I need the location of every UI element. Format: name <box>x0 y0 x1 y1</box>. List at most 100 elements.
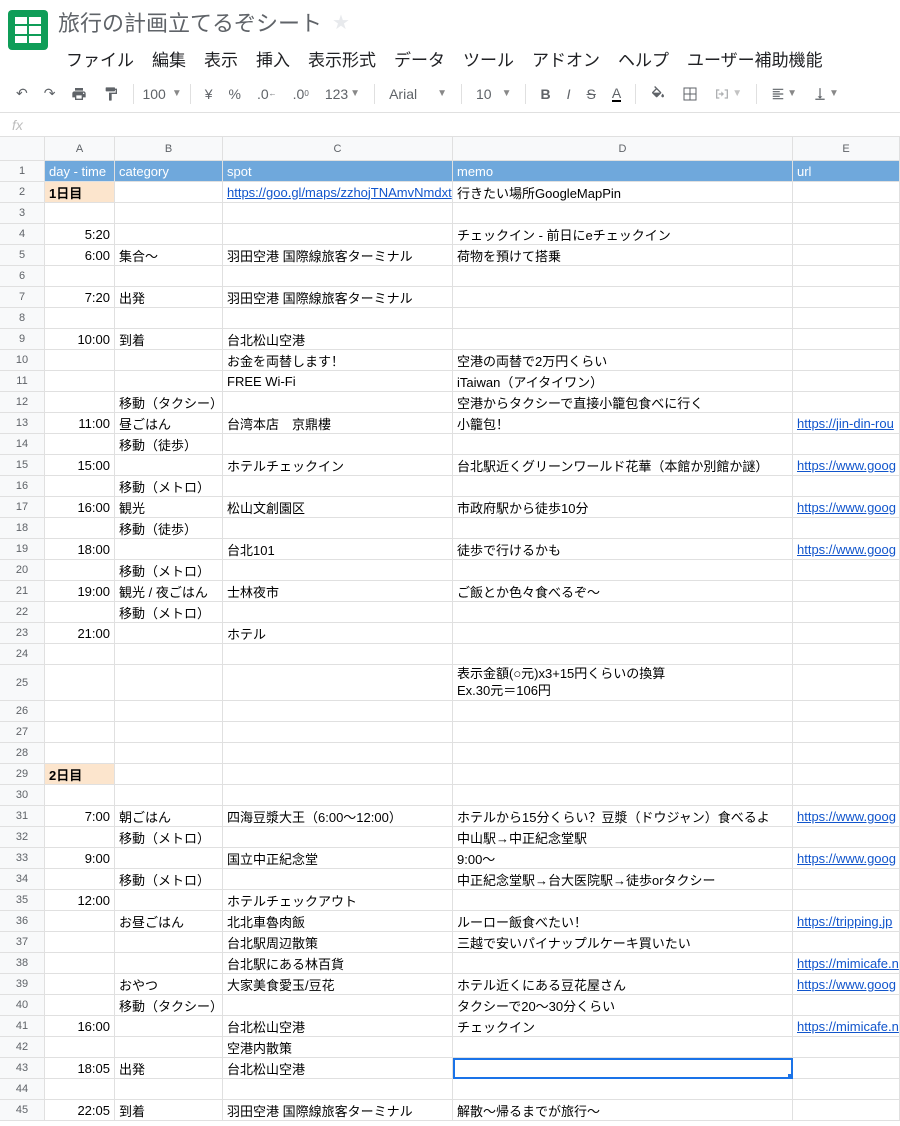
cell[interactable] <box>793 350 900 371</box>
cell[interactable] <box>223 476 453 497</box>
row-head[interactable]: 7 <box>0 287 45 308</box>
cell[interactable]: 台湾本店 京鼎樓 <box>223 413 453 434</box>
row-head[interactable]: 12 <box>0 392 45 413</box>
cell[interactable]: 18:00 <box>45 539 115 560</box>
cell[interactable] <box>45 350 115 371</box>
cell[interactable] <box>793 785 900 806</box>
row-head[interactable]: 17 <box>0 497 45 518</box>
col-head-B[interactable]: B <box>115 137 223 161</box>
cell[interactable]: https://www.goog <box>793 806 900 827</box>
cell[interactable] <box>793 623 900 644</box>
cell[interactable]: 空港からタクシーで直接小籠包食べに行く <box>453 392 793 413</box>
cell[interactable]: お昼ごはん <box>115 911 223 932</box>
cell[interactable]: 12:00 <box>45 890 115 911</box>
cell[interactable]: 羽田空港 国際線旅客ターミナル <box>223 1100 453 1121</box>
cell[interactable] <box>793 434 900 455</box>
cell[interactable] <box>115 623 223 644</box>
cell[interactable] <box>45 560 115 581</box>
cell[interactable]: 台北駅にある林百貨 <box>223 953 453 974</box>
cell[interactable] <box>793 1079 900 1100</box>
cell[interactable] <box>793 245 900 266</box>
cell[interactable] <box>223 665 453 701</box>
cell[interactable] <box>453 644 793 665</box>
cell[interactable] <box>115 308 223 329</box>
cell[interactable] <box>45 665 115 701</box>
row-head[interactable]: 44 <box>0 1079 45 1100</box>
cell[interactable]: 行きたい場所GoogleMapPin <box>453 182 793 203</box>
cell[interactable]: https://www.goog <box>793 848 900 869</box>
cell[interactable]: https://www.goog <box>793 539 900 560</box>
cell[interactable] <box>45 974 115 995</box>
row-head[interactable]: 6 <box>0 266 45 287</box>
formula-bar[interactable]: fx <box>0 113 900 137</box>
cell[interactable]: 到着 <box>115 1100 223 1121</box>
cell[interactable]: 移動（メトロ） <box>115 560 223 581</box>
cell[interactable]: チェックイン - 前日にeチェックイン <box>453 224 793 245</box>
cell[interactable] <box>453 476 793 497</box>
row-head[interactable]: 9 <box>0 329 45 350</box>
cell[interactable] <box>793 764 900 785</box>
cell[interactable]: 小籠包！ <box>453 413 793 434</box>
row-head[interactable]: 2 <box>0 182 45 203</box>
cell[interactable]: 国立中正紀念堂 <box>223 848 453 869</box>
cell[interactable]: ホテル近くにある豆花屋さん <box>453 974 793 995</box>
cell[interactable]: https://www.goog <box>793 455 900 476</box>
cell[interactable]: 出発 <box>115 1058 223 1079</box>
cell[interactable] <box>223 560 453 581</box>
cell[interactable] <box>793 287 900 308</box>
cell[interactable] <box>45 869 115 890</box>
cell[interactable] <box>115 203 223 224</box>
cell[interactable] <box>793 1100 900 1121</box>
cell[interactable]: 7:20 <box>45 287 115 308</box>
row-head[interactable]: 23 <box>0 623 45 644</box>
cell[interactable] <box>223 224 453 245</box>
cell[interactable]: 四海豆漿大王（6:00〜12:00） <box>223 806 453 827</box>
cell[interactable]: 15:00 <box>45 455 115 476</box>
col-head-E[interactable]: E <box>793 137 900 161</box>
cell[interactable] <box>793 329 900 350</box>
cell[interactable] <box>45 434 115 455</box>
cell[interactable]: 移動（メトロ） <box>115 869 223 890</box>
cell[interactable] <box>45 203 115 224</box>
cell[interactable] <box>793 266 900 287</box>
cell[interactable]: 移動（タクシー） <box>115 995 223 1016</box>
cell[interactable] <box>793 722 900 743</box>
cell[interactable] <box>453 518 793 539</box>
undo-button[interactable]: ↶ <box>10 81 34 106</box>
italic-button[interactable]: I <box>561 82 577 106</box>
cell[interactable]: 18:05 <box>45 1058 115 1079</box>
cell[interactable] <box>115 932 223 953</box>
number-format-select[interactable]: 123▼ <box>319 82 366 106</box>
cell[interactable] <box>793 371 900 392</box>
header-cell[interactable]: category <box>115 161 223 182</box>
menu-6[interactable]: ツール <box>455 42 522 75</box>
cell[interactable]: 1日目 <box>45 182 115 203</box>
cell[interactable] <box>115 701 223 722</box>
cell[interactable]: 移動（メトロ） <box>115 602 223 623</box>
row-head[interactable]: 43 <box>0 1058 45 1079</box>
row-head[interactable]: 29 <box>0 764 45 785</box>
col-head-A[interactable]: A <box>45 137 115 161</box>
cell[interactable]: 9:00 <box>45 848 115 869</box>
cell[interactable] <box>453 1037 793 1058</box>
cell[interactable]: お金を両替します！ <box>223 350 453 371</box>
cell[interactable]: 19:00 <box>45 581 115 602</box>
cell[interactable]: ホテル <box>223 623 453 644</box>
menu-8[interactable]: ヘルプ <box>610 42 677 75</box>
cell[interactable] <box>115 1016 223 1037</box>
cell[interactable]: 台北駅周辺散策 <box>223 932 453 953</box>
cell[interactable] <box>45 785 115 806</box>
row-head[interactable]: 39 <box>0 974 45 995</box>
font-select[interactable]: Arial▼ <box>383 82 453 106</box>
cell[interactable]: 徒歩で行けるかも <box>453 539 793 560</box>
cell[interactable] <box>453 308 793 329</box>
font-size-select[interactable]: 10▼ <box>470 82 517 106</box>
row-head[interactable]: 15 <box>0 455 45 476</box>
cell[interactable]: 移動（タクシー） <box>115 392 223 413</box>
cell[interactable] <box>793 581 900 602</box>
header-cell[interactable]: url <box>793 161 900 182</box>
cell[interactable] <box>453 623 793 644</box>
cell[interactable] <box>45 743 115 764</box>
cell[interactable] <box>115 1079 223 1100</box>
cell[interactable]: 観光 <box>115 497 223 518</box>
